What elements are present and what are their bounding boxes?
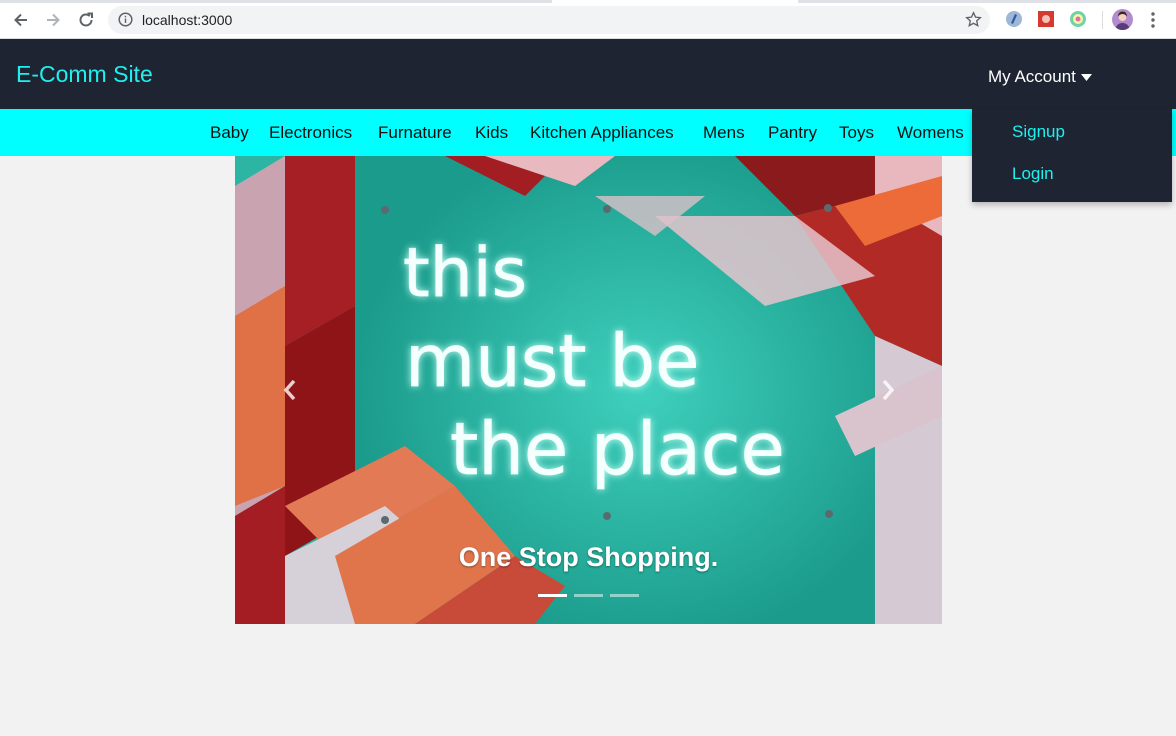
category-mens[interactable]: Mens xyxy=(703,123,745,143)
login-link[interactable]: Login xyxy=(1012,164,1054,184)
address-bar[interactable]: localhost:3000 xyxy=(108,6,990,34)
category-electronics[interactable]: Electronics xyxy=(269,123,352,143)
signup-link[interactable]: Signup xyxy=(1012,122,1065,142)
url-text[interactable]: localhost:3000 xyxy=(142,12,232,28)
category-pantry[interactable]: Pantry xyxy=(768,123,817,143)
carousel-indicator-2[interactable] xyxy=(574,594,603,597)
site-header: E-Comm Site My Account xyxy=(0,39,1176,109)
bookmark-star-icon[interactable] xyxy=(965,11,982,33)
browser-toolbar: localhost:3000 xyxy=(0,0,1176,39)
category-womens[interactable]: Womens xyxy=(897,123,964,143)
carousel-next-arrow[interactable] xyxy=(880,378,896,402)
my-account-button[interactable]: My Account xyxy=(988,67,1092,87)
svg-text:the place: the place xyxy=(450,407,785,491)
extension-icon-3[interactable] xyxy=(1069,10,1087,28)
info-icon[interactable] xyxy=(118,12,133,32)
reload-icon[interactable] xyxy=(75,9,97,31)
carousel-indicators xyxy=(538,594,639,597)
profile-avatar[interactable] xyxy=(1112,9,1133,30)
carousel-indicator-3[interactable] xyxy=(610,594,639,597)
category-toys[interactable]: Toys xyxy=(839,123,874,143)
site-brand[interactable]: E-Comm Site xyxy=(16,61,153,88)
extension-icon-2[interactable] xyxy=(1037,10,1055,28)
back-icon[interactable] xyxy=(10,9,32,31)
extension-icon-1[interactable] xyxy=(1005,10,1023,28)
category-kids[interactable]: Kids xyxy=(475,123,508,143)
category-furnature[interactable]: Furnature xyxy=(378,123,452,143)
svg-text:this: this xyxy=(403,234,527,313)
forward-icon[interactable] xyxy=(42,9,64,31)
toolbar-separator xyxy=(1102,11,1103,29)
menu-icon[interactable] xyxy=(1150,11,1156,34)
tab-strip xyxy=(0,0,1176,3)
my-account-label: My Account xyxy=(988,67,1076,86)
category-kitchen-appliances[interactable]: Kitchen Appliances xyxy=(530,123,674,143)
account-dropdown-menu: Signup Login xyxy=(972,109,1172,202)
carousel-caption: One Stop Shopping. xyxy=(458,542,719,572)
carousel-indicator-1[interactable] xyxy=(538,594,567,597)
category-baby[interactable]: Baby xyxy=(210,123,249,143)
hero-carousel: this must be the place One Stop Shopping… xyxy=(235,156,942,624)
carousel-prev-arrow[interactable] xyxy=(282,378,298,402)
caret-down-icon xyxy=(1080,73,1092,81)
svg-text:must be: must be xyxy=(405,319,699,403)
